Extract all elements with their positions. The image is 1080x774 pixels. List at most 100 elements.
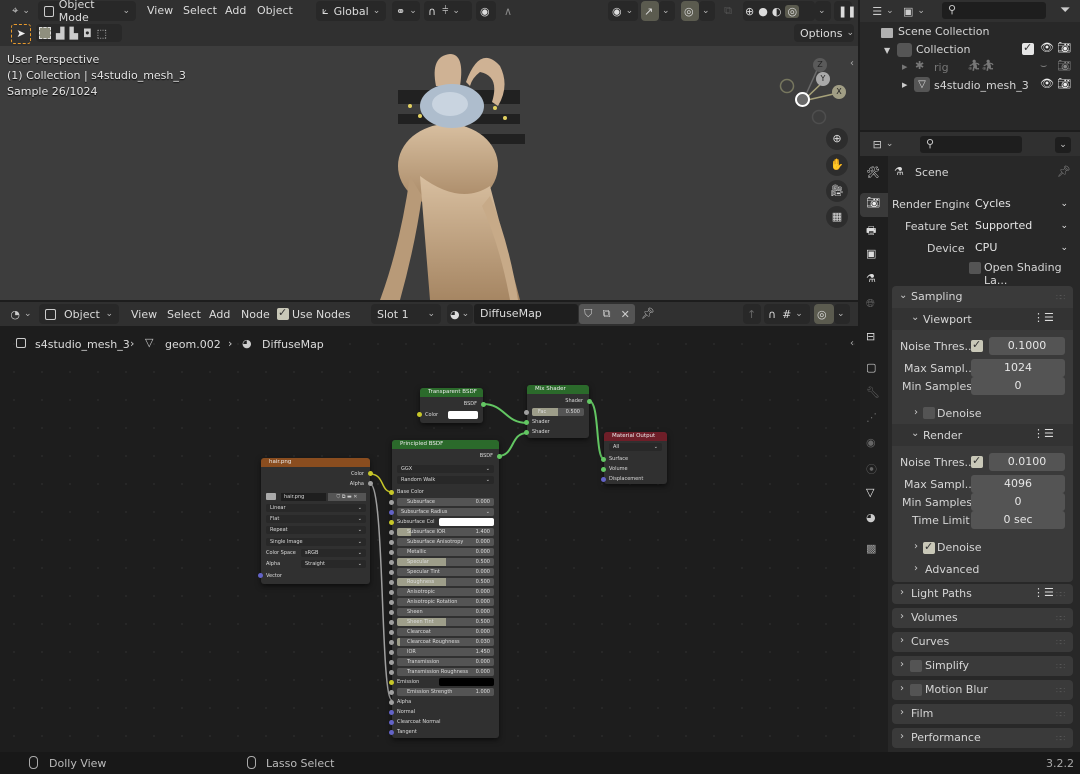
render-engine-dropdown[interactable]: Cycles ⌄	[969, 195, 1073, 213]
mix-shader-node[interactable]: Mix Shader Shader Fac 0.500 Shader Shader	[524, 385, 592, 438]
device-dropdown[interactable]: CPU ⌄	[969, 239, 1073, 257]
output-tab-icon[interactable]: 🖶︎	[866, 222, 876, 241]
render-tab-icon[interactable]: 📷︎	[866, 196, 880, 209]
tool-tab-icon[interactable]: 🛠︎	[866, 166, 880, 179]
render-subpanel-title[interactable]: Render	[923, 429, 962, 442]
advanced-subpanel-title[interactable]: Advanced	[925, 563, 979, 576]
input-color-socket[interactable]	[417, 412, 422, 417]
scene-tab-icon[interactable]: ⚗︎	[866, 272, 876, 285]
input-param-socket[interactable]	[389, 650, 394, 655]
param-slider[interactable]: Sheen Tint 0.500	[397, 618, 494, 626]
chevron-down-icon[interactable]: ⌄	[911, 428, 919, 439]
input-param-socket[interactable]	[389, 610, 394, 615]
drag-grip-icon[interactable]: ∷∷	[1056, 293, 1065, 302]
input-param-socket[interactable]	[389, 670, 394, 675]
outliner-search-input[interactable]: ⚲	[942, 2, 1046, 19]
simplify-checkbox[interactable]	[910, 660, 922, 672]
output-shader-socket[interactable]	[587, 399, 592, 404]
param-slider[interactable]: Sheen 0.000	[397, 608, 494, 616]
node-title[interactable]: Material Output	[604, 432, 667, 441]
input-param-socket[interactable]	[389, 590, 394, 595]
presets-list-icon[interactable]: ⋮☰	[1033, 311, 1054, 324]
chevron-right-icon[interactable]: ›	[914, 407, 918, 418]
node-title[interactable]: hair.png	[261, 458, 370, 467]
projection-dropdown[interactable]: Flat ⌄	[266, 515, 366, 523]
input-subsurface-radius-socket[interactable]	[389, 510, 394, 515]
viewport-noise-field[interactable]: 0.1000	[989, 337, 1065, 355]
object-tab-icon[interactable]: ▢	[866, 361, 876, 374]
material-output-node[interactable]: Material Output All ⌄ Surface Volume Disp…	[601, 432, 667, 484]
input-emission-socket[interactable]	[389, 680, 394, 685]
properties-search-input[interactable]: ⚲	[920, 136, 1022, 153]
input-param-socket[interactable]	[389, 560, 394, 565]
input-param-socket[interactable]	[389, 630, 394, 635]
properties-editor-type[interactable]: ⊟ ⌄	[869, 136, 897, 152]
input-clearcoat-normal-socket[interactable]	[389, 720, 394, 725]
time-limit-field[interactable]: 0 sec	[971, 511, 1065, 529]
input-param-socket[interactable]	[389, 600, 394, 605]
render-noise-field[interactable]: 0.0100	[989, 453, 1065, 471]
input-surface-socket[interactable]	[601, 457, 606, 462]
output-bsdf-socket[interactable]	[497, 454, 502, 459]
chevron-down-icon[interactable]: ⌄	[899, 290, 907, 301]
drag-grip-icon[interactable]: ∷∷	[1056, 614, 1065, 623]
drag-grip-icon[interactable]: ∷∷	[1056, 710, 1065, 719]
input-alpha-socket[interactable]	[389, 700, 394, 705]
param-slider[interactable]: Subsurface 0.000	[397, 498, 494, 506]
eye-icon[interactable]: 👁︎	[1040, 41, 1054, 54]
distribution-dropdown[interactable]: GGX ⌄	[397, 465, 494, 473]
input-vector-socket[interactable]	[258, 573, 263, 578]
input-subsurface-socket[interactable]	[389, 500, 394, 505]
render-noise-checkbox[interactable]	[971, 454, 983, 468]
drag-grip-icon[interactable]: ∷∷	[1056, 686, 1065, 695]
chevron-right-icon[interactable]: ›	[914, 563, 918, 574]
eye-hidden-icon[interactable]: ⌣	[1040, 59, 1047, 73]
extension-dropdown[interactable]: Repeat ⌄	[266, 526, 366, 534]
param-slider[interactable]: Anisotropic Rotation 0.000	[397, 598, 494, 606]
viewport-noise-checkbox[interactable]	[971, 338, 983, 352]
drag-grip-icon[interactable]: ∷∷	[1056, 590, 1065, 599]
exclude-checkbox[interactable]	[1022, 41, 1034, 55]
collection-tab-icon[interactable]: ⊟	[866, 330, 875, 343]
principled-bsdf-node[interactable]: Principled BSDF BSDF GGX ⌄ Random Walk ⌄ B…	[389, 440, 502, 738]
param-slider[interactable]: Clearcoat 0.000	[397, 628, 494, 636]
drag-grip-icon[interactable]: ∷∷	[1056, 734, 1065, 743]
viewport-denoise-checkbox[interactable]	[923, 407, 935, 419]
simplify-panel-title[interactable]: Simplify	[925, 659, 969, 672]
render-denoise-label[interactable]: Denoise	[937, 541, 982, 554]
subsurface-color-swatch[interactable]	[439, 518, 494, 526]
emission-strength-slider[interactable]: Emission Strength 1.000	[397, 688, 494, 696]
transparent-bsdf-node[interactable]: Transparent BSDF BSDF Color	[417, 388, 486, 423]
fac-slider[interactable]: Fac 0.500	[532, 408, 584, 416]
input-subsurface-color-socket[interactable]	[389, 520, 394, 525]
particles-tab-icon[interactable]: ⋰	[866, 411, 877, 424]
node-title[interactable]: Transparent BSDF	[420, 388, 483, 397]
image-browse-icon[interactable]	[266, 493, 276, 500]
motion-blur-panel-title[interactable]: Motion Blur	[925, 683, 988, 696]
viewport-min-samples-field[interactable]: 0	[971, 377, 1065, 395]
display-mode-dropdown[interactable]: ▣ ⌄	[900, 3, 928, 19]
viewport-denoise-label[interactable]: Denoise	[937, 407, 982, 420]
modifier-tab-icon[interactable]: 🔧︎	[866, 386, 880, 399]
presets-list-icon[interactable]: ⋮☰	[1033, 427, 1054, 440]
outliner-item-collection[interactable]: Collection	[916, 43, 970, 56]
input-shader-1-socket[interactable]	[524, 420, 529, 425]
viewport-max-samples-field[interactable]: 1024	[971, 359, 1065, 377]
render-min-samples-field[interactable]: 0	[971, 493, 1065, 511]
input-param-socket[interactable]	[389, 530, 394, 535]
outliner-item-rig[interactable]: rig	[934, 61, 949, 74]
color-space-dropdown[interactable]: sRGB ⌄	[301, 549, 366, 557]
output-target-dropdown[interactable]: All ⌄	[609, 443, 662, 451]
param-slider[interactable]: Clearcoat Roughness 0.030	[397, 638, 494, 646]
param-slider[interactable]: Subsurface IOR 1.400	[397, 528, 494, 536]
material-tab-icon[interactable]: ◕	[866, 511, 876, 524]
chevron-right-icon[interactable]: ›	[900, 683, 904, 694]
data-tab-icon[interactable]: ▽	[866, 486, 874, 499]
pin-icon[interactable]: 📌︎	[1057, 165, 1071, 178]
physics-tab-icon[interactable]: ◉	[866, 436, 876, 449]
chevron-down-icon[interactable]: ⌄	[911, 312, 919, 323]
output-alpha-socket[interactable]	[368, 481, 373, 486]
color-swatch[interactable]	[448, 411, 478, 419]
chevron-right-icon[interactable]: ›	[900, 731, 904, 742]
scene-collection-label[interactable]: Scene Collection	[898, 25, 989, 38]
